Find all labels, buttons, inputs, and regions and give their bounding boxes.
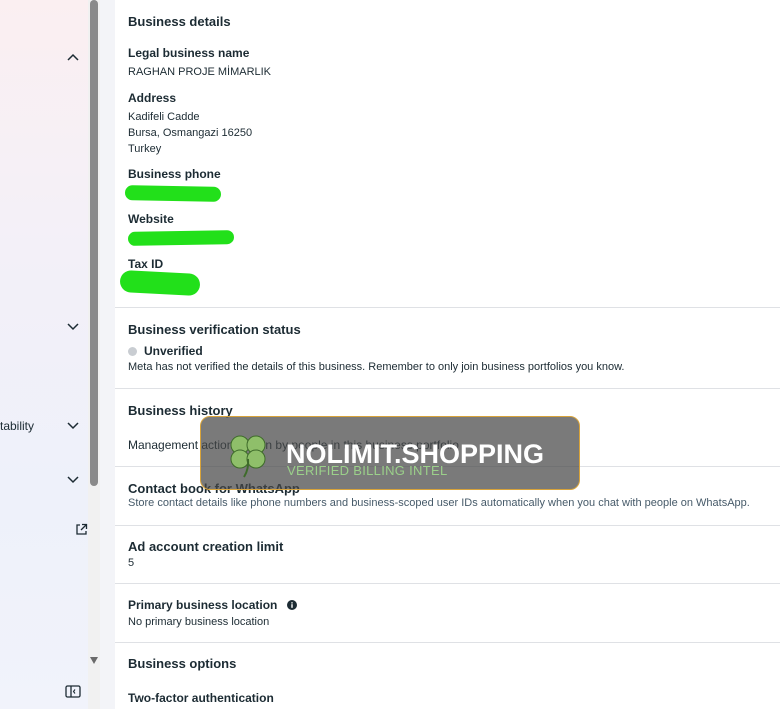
business-phone-label: Business phone [128, 167, 221, 181]
watermark-subtitle: VERIFIED BILLING INTEL [287, 463, 448, 478]
divider [115, 388, 780, 389]
watermark-banner: NOLIMIT.SHOPPING VERIFIED BILLING INTEL [200, 416, 580, 490]
section-title-verification: Business verification status [128, 322, 301, 337]
info-icon[interactable] [286, 599, 297, 613]
tax-id-label: Tax ID [128, 257, 164, 271]
chevron-down-icon[interactable] [66, 419, 80, 433]
left-sidebar: tability [0, 0, 88, 709]
divider [115, 307, 780, 308]
redaction-mark [124, 185, 222, 202]
section-title-business-details: Business details [128, 14, 231, 29]
chevron-down-icon[interactable] [66, 320, 80, 334]
primary-location-value: No primary business location [128, 616, 270, 628]
scrollbar-thumb[interactable] [90, 0, 98, 486]
redaction-mark [127, 230, 235, 246]
scroll-down-arrow-icon[interactable] [90, 657, 98, 664]
primary-location-header: Primary business location [128, 598, 297, 613]
legal-name-value: RAGHAN PROJE MİMARLIK [128, 66, 272, 78]
address-line-1: Kadifeli Cadde [128, 111, 200, 123]
divider [115, 583, 780, 584]
address-label: Address [128, 91, 177, 105]
chevron-down-icon[interactable] [66, 473, 80, 487]
verification-status: Unverified [128, 344, 203, 358]
external-link-icon[interactable] [75, 523, 88, 536]
scrollbar[interactable] [88, 0, 100, 709]
section-title-primary-location: Primary business location [128, 598, 278, 612]
section-title-ad-limit: Ad account creation limit [128, 539, 284, 554]
clover-logo-icon [225, 429, 271, 479]
divider [115, 642, 780, 643]
chevron-up-icon[interactable] [66, 50, 80, 64]
contact-book-note: Store contact details like phone numbers… [128, 497, 750, 509]
address-line-3: Turkey [128, 143, 162, 155]
legal-name-label: Legal business name [128, 46, 250, 60]
status-dot-icon [128, 347, 137, 357]
website-label: Website [128, 212, 174, 226]
ad-limit-value: 5 [128, 557, 135, 569]
sidebar-item-label[interactable]: tability [0, 419, 34, 433]
verification-note: Meta has not verified the details of thi… [128, 361, 625, 373]
verification-status-text: Unverified [144, 344, 203, 358]
two-factor-label[interactable]: Two-factor authentication [128, 691, 274, 705]
main-content: Business details Legal business name RAG… [115, 0, 780, 709]
section-title-business-options: Business options [128, 656, 237, 671]
redaction-mark [119, 269, 201, 297]
address-line-2: Bursa, Osmangazi 16250 [128, 127, 253, 139]
divider [115, 525, 780, 526]
panel-toggle-icon[interactable] [65, 685, 81, 698]
gutter [100, 0, 115, 709]
